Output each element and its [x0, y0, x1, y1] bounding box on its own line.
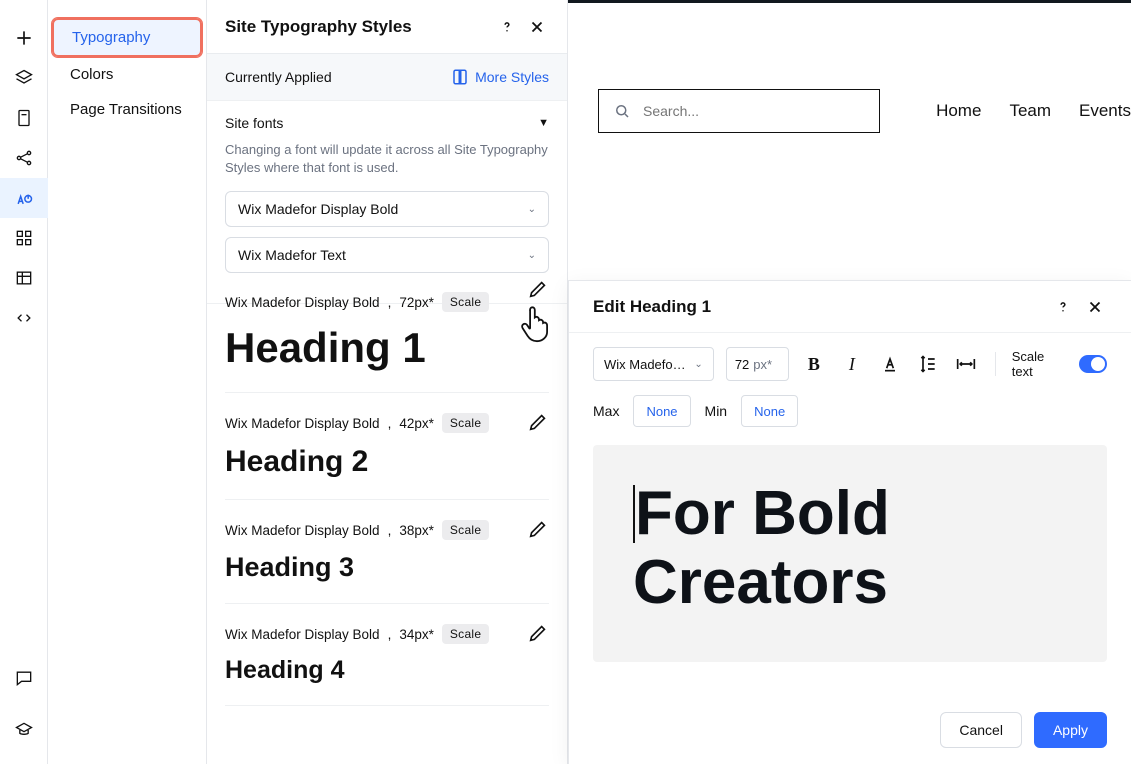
site-nav: Home Team Events [598, 89, 1131, 133]
max-value[interactable]: None [633, 395, 690, 427]
more-styles-link[interactable]: More Styles [451, 68, 549, 86]
font-select-1[interactable]: Wix Madefor Display Bold ⌄ [225, 191, 549, 227]
text-preview[interactable]: For Bold Creators [593, 445, 1107, 662]
page-icon[interactable] [0, 98, 48, 138]
max-label: Max [593, 403, 619, 419]
panel-header: Site Typography Styles [207, 0, 567, 54]
min-label: Min [705, 403, 728, 419]
min-max-row: Max None Min None [569, 395, 1131, 445]
add-icon[interactable] [0, 18, 48, 58]
chevron-down-icon: ⌄ [528, 250, 536, 261]
search-input[interactable] [643, 103, 865, 119]
apps-icon[interactable] [0, 218, 48, 258]
menu-item-page-transitions[interactable]: Page Transitions [52, 92, 202, 127]
canvas-preview: Home Team Events [568, 0, 1131, 280]
collapse-icon[interactable]: ▼ [538, 117, 549, 129]
search-box[interactable] [598, 89, 880, 133]
text-color-button[interactable] [877, 349, 903, 379]
edit-heading-modal: Edit Heading 1 Wix Madefor Di… ⌄ 72 px* … [568, 280, 1131, 764]
font-family-dropdown[interactable]: Wix Madefor Di… ⌄ [593, 347, 714, 381]
style-sample: Heading 2 [225, 445, 549, 479]
edit-icon[interactable] [527, 518, 549, 540]
scale-text-label: Scale text [1012, 349, 1061, 379]
font-size-input[interactable]: 72 px* [726, 347, 789, 381]
help-icon[interactable] [495, 15, 519, 39]
style-sample: Heading 3 [225, 552, 549, 583]
font-select-2[interactable]: Wix Madefor Text ⌄ [225, 237, 549, 273]
apply-button[interactable]: Apply [1034, 712, 1107, 748]
table-icon[interactable] [0, 258, 48, 298]
modal-title: Edit Heading 1 [593, 297, 711, 317]
site-fonts-description: Changing a font will update it across al… [225, 141, 549, 177]
typography-panel: Site Typography Styles Currently Applied… [206, 0, 568, 764]
chevron-down-icon: ⌄ [694, 359, 702, 370]
edit-icon[interactable] [527, 278, 549, 300]
style-sample: Heading 1 [225, 324, 549, 372]
style-sample: Heading 4 [225, 656, 549, 685]
style-heading-2[interactable]: Wix Madefor Display Bold, 42px* Scale He… [225, 393, 549, 500]
chat-icon[interactable] [0, 658, 48, 698]
layers-icon[interactable] [0, 58, 48, 98]
nav-team[interactable]: Team [1009, 101, 1051, 121]
close-icon[interactable] [525, 15, 549, 39]
scale-badge: Scale [442, 292, 490, 312]
scale-badge: Scale [442, 624, 490, 644]
icon-rail [0, 0, 48, 764]
italic-button[interactable]: I [839, 349, 865, 379]
typography-style-list[interactable]: Wix Madefor Display Bold, 72px* Scale He… [207, 272, 567, 764]
scale-badge: Scale [442, 520, 490, 540]
letter-spacing-button[interactable] [953, 349, 979, 379]
menu-item-colors[interactable]: Colors [52, 57, 202, 92]
cancel-button[interactable]: Cancel [940, 712, 1022, 748]
site-fonts-label: Site fonts [225, 115, 283, 131]
nav-events[interactable]: Events [1079, 101, 1131, 121]
design-icon[interactable] [0, 178, 48, 218]
bold-button[interactable]: B [801, 349, 827, 379]
help-icon[interactable] [1051, 295, 1075, 319]
chevron-down-icon: ⌄ [528, 204, 536, 215]
menu-item-typography[interactable]: Typography [52, 18, 202, 57]
nav-home[interactable]: Home [936, 101, 981, 121]
learn-icon[interactable] [0, 710, 48, 750]
style-heading-3[interactable]: Wix Madefor Display Bold, 38px* Scale He… [225, 500, 549, 604]
style-heading-1[interactable]: Wix Madefor Display Bold, 72px* Scale He… [225, 272, 549, 393]
edit-toolbar: Wix Madefor Di… ⌄ 72 px* B I Scale text [569, 333, 1131, 395]
scale-badge: Scale [442, 413, 490, 433]
currently-applied-row: Currently Applied More Styles [207, 54, 567, 101]
design-menu: Typography Colors Page Transitions [48, 0, 206, 127]
scale-text-toggle[interactable] [1079, 355, 1107, 373]
line-height-button[interactable] [915, 349, 941, 379]
edit-icon[interactable] [527, 622, 549, 644]
close-icon[interactable] [1083, 295, 1107, 319]
edit-icon[interactable] [527, 411, 549, 433]
share-icon[interactable] [0, 138, 48, 178]
currently-applied-label: Currently Applied [225, 69, 332, 85]
code-icon[interactable] [0, 298, 48, 338]
search-icon [613, 102, 631, 120]
style-heading-4[interactable]: Wix Madefor Display Bold, 34px* Scale He… [225, 604, 549, 706]
panel-title: Site Typography Styles [225, 17, 412, 37]
min-value[interactable]: None [741, 395, 798, 427]
